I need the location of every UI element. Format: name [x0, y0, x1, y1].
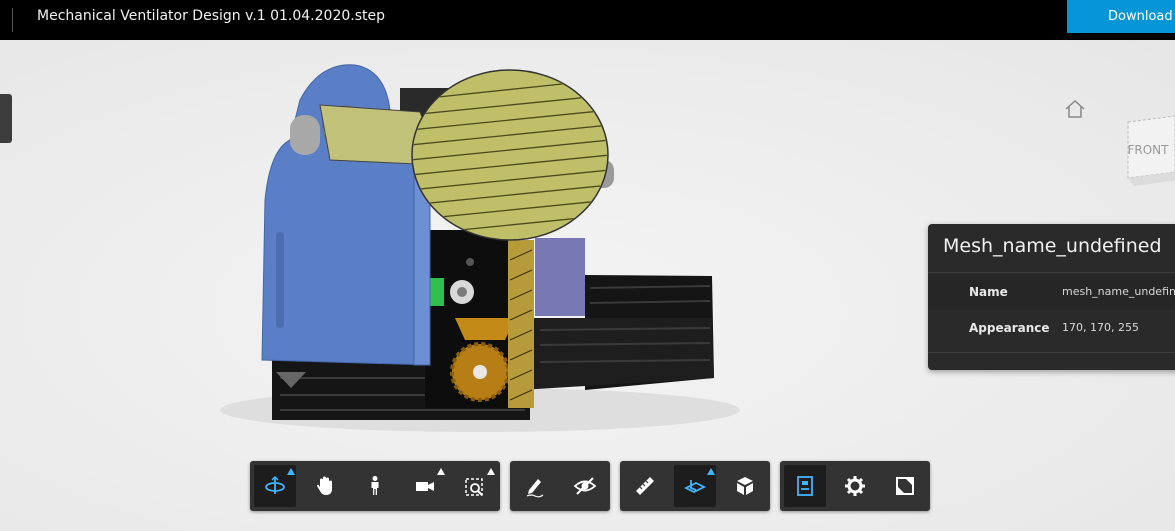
- document-title: Mechanical Ventilator Design v.1 01.04.2…: [37, 8, 385, 24]
- section-plane-icon: [683, 480, 707, 494]
- zoom-frame-icon: [465, 478, 483, 496]
- property-label: Name: [969, 285, 1008, 299]
- flyout-indicator: [287, 468, 295, 475]
- view-cube[interactable]: FRONT: [1120, 112, 1175, 188]
- pencil-icon: [526, 479, 544, 498]
- ruler-icon: [636, 477, 654, 495]
- flyout-indicator: [487, 468, 495, 475]
- properties-footer-divider: [928, 352, 1175, 353]
- home-icon[interactable]: [1063, 98, 1087, 120]
- analysis-tools-group: [620, 461, 770, 511]
- orbit-button[interactable]: [254, 465, 296, 507]
- title-bar: Mechanical Ventilator Design v.1 01.04.2…: [0, 0, 1175, 40]
- cube-icon: [737, 477, 753, 495]
- pan-button[interactable]: [304, 465, 346, 507]
- flyout-indicator: [437, 468, 445, 475]
- model-browser-button[interactable]: [784, 465, 826, 507]
- section-button[interactable]: [674, 465, 716, 507]
- hand-icon: [317, 476, 332, 495]
- explode-button[interactable]: [724, 465, 766, 507]
- properties-title: Mesh_name_undefined: [943, 235, 1162, 257]
- orbit-icon: [265, 475, 285, 494]
- eye-hidden-icon: [573, 477, 597, 495]
- property-label: Appearance: [969, 321, 1050, 335]
- video-camera-icon: [416, 482, 434, 491]
- measure-button[interactable]: [624, 465, 666, 507]
- person-icon: [371, 476, 379, 495]
- fullscreen-icon: [896, 477, 914, 495]
- settings-button[interactable]: [834, 465, 876, 507]
- view-cube-label: FRONT: [1128, 143, 1170, 157]
- property-value: 170, 170, 255: [1062, 321, 1139, 334]
- markup-button[interactable]: [514, 465, 556, 507]
- camera-button[interactable]: [404, 465, 446, 507]
- property-row-appearance: Appearance 170, 170, 255: [928, 310, 1175, 346]
- gear-icon: [845, 476, 865, 496]
- download-button[interactable]: Download: [1067, 0, 1175, 33]
- markup-tools-group: [510, 461, 610, 511]
- fullscreen-button[interactable]: [884, 465, 926, 507]
- title-divider: [12, 8, 13, 32]
- 3d-viewport[interactable]: FRONT Mesh_name_undefined Name mesh_name…: [0, 40, 1175, 531]
- properties-panel: Mesh_name_undefined Name mesh_name_undef…: [928, 224, 1175, 370]
- settings-tools-group: [780, 461, 930, 511]
- fit-to-view-button[interactable]: [454, 465, 496, 507]
- first-person-button[interactable]: [354, 465, 396, 507]
- hide-button[interactable]: [564, 465, 606, 507]
- navigation-tools-group: [250, 461, 500, 511]
- property-row-name: Name mesh_name_undefined: [928, 274, 1175, 310]
- model-browser-icon: [797, 476, 813, 496]
- properties-divider: [928, 272, 1175, 273]
- flyout-indicator: [707, 468, 715, 475]
- property-value: mesh_name_undefined: [1062, 285, 1175, 298]
